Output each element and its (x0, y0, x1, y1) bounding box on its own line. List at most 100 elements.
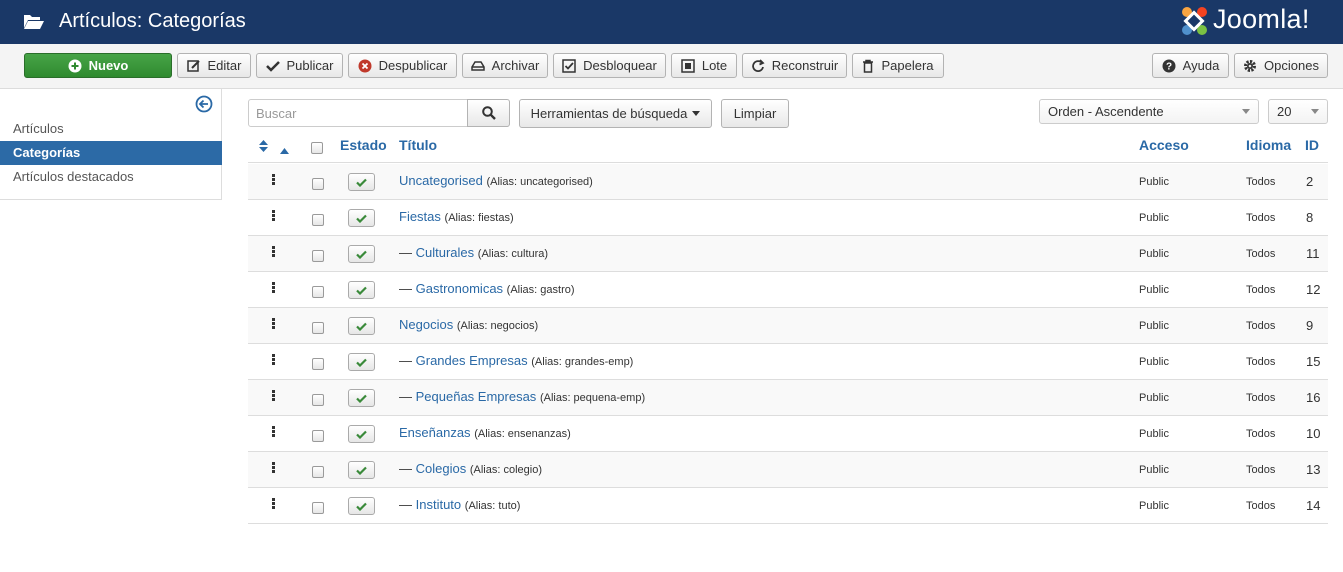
new-button[interactable]: Nuevo (24, 53, 172, 78)
table-row: Negocios (Alias: negocios) Public Todos … (248, 308, 1328, 344)
search-input[interactable] (248, 99, 468, 127)
category-title-link[interactable]: Culturales (416, 245, 475, 260)
drag-handle-icon[interactable] (272, 498, 276, 510)
select-all-checkbox[interactable] (311, 142, 323, 154)
category-title-link[interactable]: Uncategorised (399, 173, 483, 188)
title-cell: — Colegios (Alias: colegio) (399, 461, 542, 476)
id-cell: 10 (1306, 426, 1321, 441)
drag-handle-icon[interactable] (272, 282, 276, 294)
batch-button[interactable]: Lote (671, 53, 737, 78)
trash-button[interactable]: Papelera (852, 53, 944, 78)
table-row: — Pequeñas Empresas (Alias: pequena-emp)… (248, 380, 1328, 416)
status-toggle-button[interactable] (348, 353, 375, 371)
published-check-icon (356, 178, 367, 187)
title-cell: Enseñanzas (Alias: ensenanzas) (399, 425, 571, 440)
id-cell: 11 (1306, 246, 1320, 261)
sort-both-icon[interactable] (259, 140, 268, 155)
search-tools-button[interactable]: Herramientas de búsqueda (519, 99, 712, 128)
row-checkbox[interactable] (312, 502, 324, 514)
ordering-select[interactable]: Orden - Ascendente (1039, 99, 1259, 124)
row-checkbox[interactable] (312, 178, 324, 190)
row-checkbox[interactable] (312, 250, 324, 262)
drag-handle-icon[interactable] (272, 318, 276, 330)
publish-button-label: Publicar (286, 58, 334, 73)
row-checkbox[interactable] (312, 394, 324, 406)
language-cell: Todos (1246, 320, 1276, 332)
row-checkbox[interactable] (312, 358, 324, 370)
row-checkbox[interactable] (312, 466, 324, 478)
sidebar-item-articulos-destacados[interactable]: Artículos destacados (0, 165, 222, 189)
category-title-link[interactable]: Fiestas (399, 209, 441, 224)
row-checkbox[interactable] (312, 430, 324, 442)
category-title-link[interactable]: Enseñanzas (399, 425, 471, 440)
access-cell: Public (1139, 464, 1169, 476)
column-header-access[interactable]: Acceso (1139, 137, 1189, 153)
status-toggle-button[interactable] (348, 209, 375, 227)
drag-handle-icon[interactable] (272, 246, 276, 258)
row-checkbox[interactable] (312, 322, 324, 334)
unpublish-button[interactable]: Despublicar (348, 53, 457, 78)
search-button[interactable] (467, 99, 510, 127)
drag-handle-icon[interactable] (272, 210, 276, 222)
column-header-title[interactable]: Título (399, 137, 437, 153)
category-title-link[interactable]: Colegios (416, 461, 467, 476)
status-toggle-button[interactable] (348, 173, 375, 191)
status-toggle-button[interactable] (348, 245, 375, 263)
limit-select[interactable]: 20 (1268, 99, 1328, 124)
drag-handle-icon[interactable] (272, 426, 276, 438)
column-header-language[interactable]: Idioma (1246, 137, 1291, 153)
category-alias: (Alias: negocios) (456, 320, 539, 332)
level-prefix: — (399, 281, 416, 296)
collapse-sidebar-icon[interactable] (195, 95, 213, 116)
status-toggle-button[interactable] (348, 425, 375, 443)
status-toggle-button[interactable] (348, 389, 375, 407)
help-button[interactable]: ? Ayuda (1152, 53, 1229, 78)
drag-handle-icon[interactable] (272, 390, 276, 402)
status-toggle-button[interactable] (348, 497, 375, 515)
title-cell: Uncategorised (Alias: uncategorised) (399, 173, 593, 188)
sidebar-item-articulos[interactable]: Artículos (0, 117, 222, 141)
row-checkbox[interactable] (312, 286, 324, 298)
drag-handle-icon[interactable] (272, 354, 276, 366)
archive-button[interactable]: Archivar (462, 53, 548, 78)
status-toggle-button[interactable] (348, 317, 375, 335)
table-row: — Grandes Empresas (Alias: grandes-emp) … (248, 344, 1328, 380)
category-alias: (Alias: ensenanzas) (474, 428, 571, 440)
rebuild-button[interactable]: Reconstruir (742, 53, 847, 78)
category-title-link[interactable]: Instituto (416, 497, 462, 512)
category-title-link[interactable]: Grandes Empresas (416, 353, 528, 368)
drag-handle-icon[interactable] (272, 462, 276, 474)
batch-button-label: Lote (701, 58, 728, 73)
level-prefix: — (399, 353, 416, 368)
checkin-button[interactable]: Desbloquear (553, 53, 666, 78)
column-header-status[interactable]: Estado (340, 137, 387, 153)
clear-button[interactable]: Limpiar (721, 99, 789, 128)
search-icon (481, 106, 496, 120)
category-title-link[interactable]: Pequeñas Empresas (416, 389, 537, 404)
sort-ascending-icon[interactable] (280, 142, 289, 157)
column-header-id[interactable]: ID (1305, 137, 1319, 153)
level-prefix: — (399, 461, 416, 476)
category-title-link[interactable]: Negocios (399, 317, 453, 332)
category-title-link[interactable]: Gastronomicas (416, 281, 503, 296)
publish-button[interactable]: Publicar (256, 53, 343, 78)
access-cell: Public (1139, 212, 1169, 224)
sidebar-item-categorias[interactable]: Categorías (0, 141, 222, 165)
svg-text:?: ? (1166, 61, 1172, 72)
checkin-button-label: Desbloquear (583, 58, 657, 73)
new-button-label: Nuevo (88, 58, 129, 73)
id-cell: 16 (1306, 390, 1321, 405)
published-check-icon (356, 466, 367, 475)
batch-icon (681, 58, 695, 73)
language-cell: Todos (1246, 176, 1276, 188)
archive-icon (470, 60, 485, 71)
status-toggle-button[interactable] (348, 281, 375, 299)
drag-handle-icon[interactable] (272, 174, 276, 186)
status-toggle-button[interactable] (348, 461, 375, 479)
options-button[interactable]: Opciones (1234, 53, 1328, 78)
trash-icon (863, 59, 874, 73)
row-checkbox[interactable] (312, 214, 324, 226)
table-row: Uncategorised (Alias: uncategorised) Pub… (248, 164, 1328, 200)
table-row: — Culturales (Alias: cultura) Public Tod… (248, 236, 1328, 272)
edit-button[interactable]: Editar (177, 53, 251, 78)
